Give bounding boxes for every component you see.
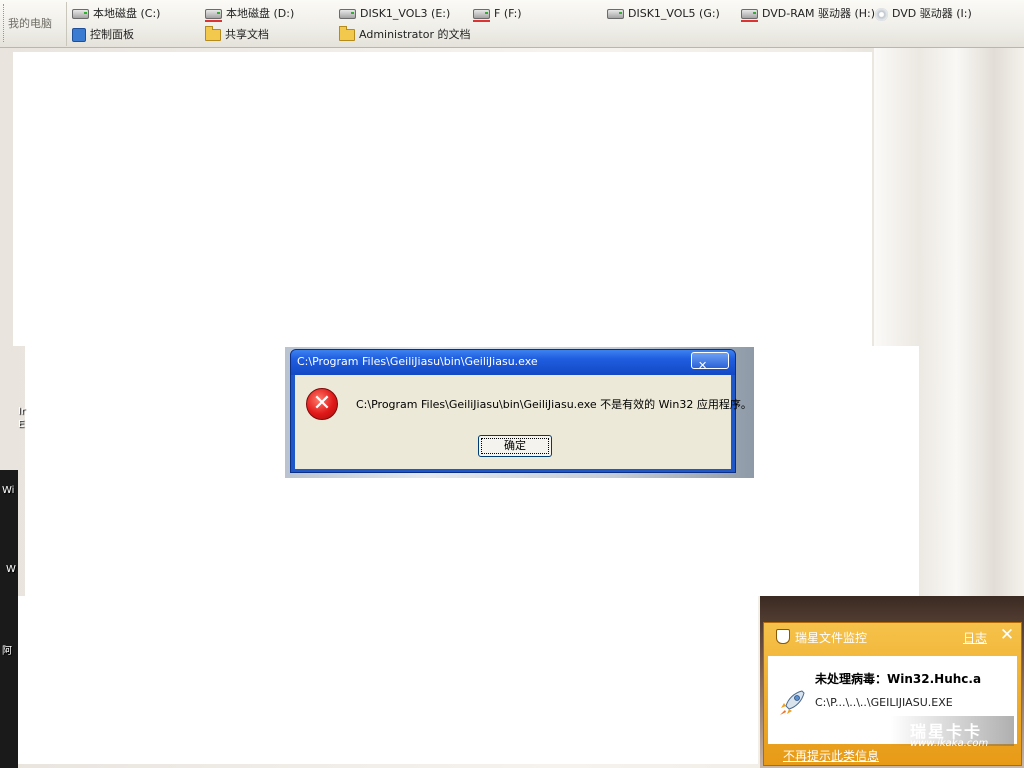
dont-show-again-link[interactable]: 不再提示此类信息 (783, 747, 879, 764)
hard-drive-icon (205, 9, 222, 22)
desktop-dark-strip (0, 470, 18, 768)
my-computer-toolbar: 我的电脑 本地磁盘 (C:) 本地磁盘 (D:) DISK1_VOL3 (E:)… (0, 0, 1024, 48)
drive-f-shortcut[interactable]: F (F:) (473, 4, 522, 24)
hard-drive-icon (339, 9, 356, 19)
notification-title: 瑞星文件监控 (795, 631, 868, 645)
hard-drive-icon (607, 9, 624, 19)
drive-i-shortcut[interactable]: DVD 驱动器 (I:) (875, 4, 972, 24)
drive-e-shortcut[interactable]: DISK1_VOL3 (E:) (339, 4, 450, 24)
antivirus-notification: 瑞星文件监控 日志 ✕ 未处理病毒：Win32.Huhc.a C:\P...\.… (763, 622, 1022, 766)
watermark-url: www.ikaka.com (910, 738, 989, 749)
drive-d-shortcut[interactable]: 本地磁盘 (D:) (205, 4, 294, 24)
error-icon: ✕ (306, 388, 338, 420)
dvd-drive-icon (741, 9, 758, 22)
shortcut-label: 本地磁盘 (D:) (226, 7, 295, 20)
desktop-icon-label[interactable]: E (18, 419, 24, 430)
shortcut-label: DISK1_VOL3 (E:) (360, 7, 451, 20)
desktop-icon-label[interactable]: Wi (2, 485, 14, 496)
notification-body: 未处理病毒：Win32.Huhc.a C:\P...\..\..\GEILIJI… (768, 656, 1017, 749)
desktop-icon-label[interactable]: W (6, 564, 16, 575)
unpainted-region-top (13, 52, 872, 346)
close-icon: ✕ (698, 359, 708, 372)
hard-drive-icon (72, 9, 89, 19)
dialog-close-button[interactable]: ✕ (691, 352, 729, 372)
control-panel-shortcut[interactable]: 控制面板 (72, 25, 134, 45)
notification-title-bar: 瑞星文件监控 日志 ✕ (764, 623, 1021, 649)
shared-documents-shortcut[interactable]: 共享文档 (205, 25, 269, 45)
drive-g-shortcut[interactable]: DISK1_VOL5 (G:) (607, 4, 720, 24)
dialog-title-bar[interactable]: C:\Program Files\GeiliJiasu\bin\GeiliJia… (291, 350, 735, 375)
shortcut-label: Administrator 的文档 (359, 28, 471, 41)
dialog-body: ✕ C:\Program Files\GeiliJiasu\bin\GeiliJ… (295, 375, 752, 469)
toolbar-title[interactable]: 我的电脑 (8, 2, 67, 46)
close-icon[interactable]: ✕ (998, 626, 1016, 644)
dialog-title: C:\Program Files\GeiliJiasu\bin\GeiliJia… (297, 355, 538, 368)
shortcut-label: 本地磁盘 (C:) (93, 7, 161, 20)
shortcut-label: DISK1_VOL5 (G:) (628, 7, 720, 20)
error-message: C:\Program Files\GeiliJiasu\bin\GeiliJia… (356, 398, 752, 411)
cd-drive-icon (875, 7, 888, 21)
rocket-icon (780, 690, 805, 715)
shortcut-label: DVD 驱动器 (I:) (892, 7, 972, 20)
desktop-icon-label[interactable]: 阿 (2, 642, 12, 657)
unpainted-region-bottom (18, 596, 758, 764)
shortcut-label: F (F:) (494, 7, 522, 20)
infected-file-path: C:\P...\..\..\GEILIJIASU.EXE (815, 696, 953, 709)
shortcut-label: 控制面板 (90, 28, 134, 41)
shortcut-label: 共享文档 (225, 28, 269, 41)
folder-icon (339, 26, 355, 41)
error-dialog: C:\Program Files\GeiliJiasu\bin\GeiliJia… (290, 349, 752, 473)
ok-button[interactable]: 确定 (478, 435, 552, 457)
log-link[interactable]: 日志 (963, 629, 987, 646)
drive-h-shortcut[interactable]: DVD-RAM 驱动器 (H:) (741, 4, 875, 24)
desktop-icon-label[interactable]: Ir (18, 406, 25, 417)
toolbar-grip[interactable] (3, 4, 7, 42)
shield-icon (776, 629, 790, 644)
admin-documents-shortcut[interactable]: Administrator 的文档 (339, 25, 470, 45)
hard-drive-icon (473, 9, 490, 22)
shortcut-label: DVD-RAM 驱动器 (H:) (762, 7, 876, 20)
control-panel-icon (72, 28, 86, 42)
folder-icon (205, 26, 221, 41)
virus-name: 未处理病毒：Win32.Huhc.a (815, 672, 982, 686)
drive-c-shortcut[interactable]: 本地磁盘 (C:) (72, 4, 160, 24)
